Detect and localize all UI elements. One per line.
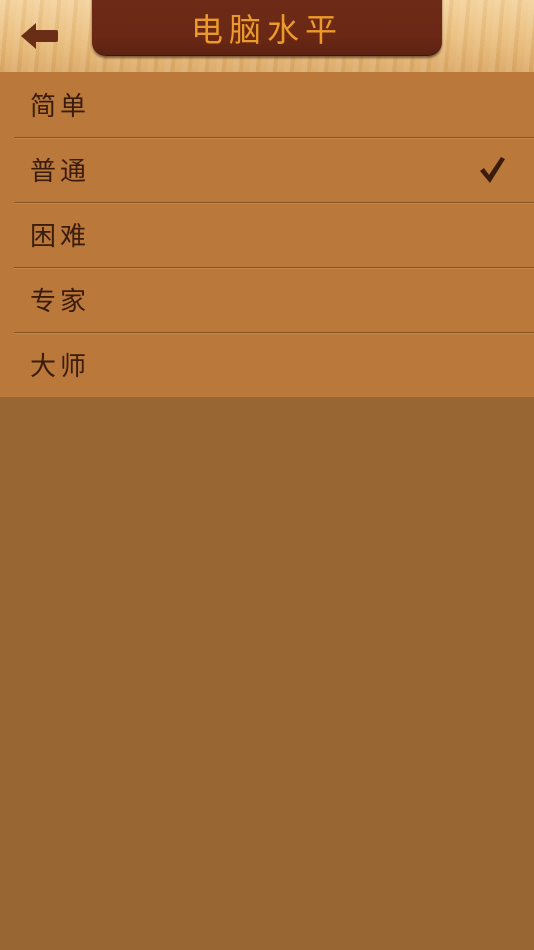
list-item-normal[interactable]: 普通 — [0, 137, 534, 202]
list-item-expert[interactable]: 专家 — [0, 267, 534, 332]
back-button[interactable] — [0, 0, 90, 72]
list-item-label: 困难 — [30, 222, 91, 252]
list-item-hard[interactable]: 困难 — [0, 202, 534, 267]
list-item-label: 简单 — [30, 92, 91, 122]
top-bar: 电脑水平 — [0, 0, 534, 72]
list-item-label: 普通 — [30, 157, 91, 187]
checkmark-icon — [480, 156, 505, 183]
title-plate: 电脑水平 — [92, 0, 442, 56]
page-title: 电脑水平 — [190, 11, 343, 49]
back-arrow-icon — [21, 23, 58, 49]
list-item-label: 大师 — [30, 352, 91, 382]
list-item-label: 专家 — [30, 287, 91, 317]
list-item-easy[interactable]: 简单 — [0, 72, 534, 137]
list-item-master[interactable]: 大师 — [0, 332, 534, 397]
difficulty-list: 简单 普通 困难 专家 大师 — [0, 72, 534, 397]
